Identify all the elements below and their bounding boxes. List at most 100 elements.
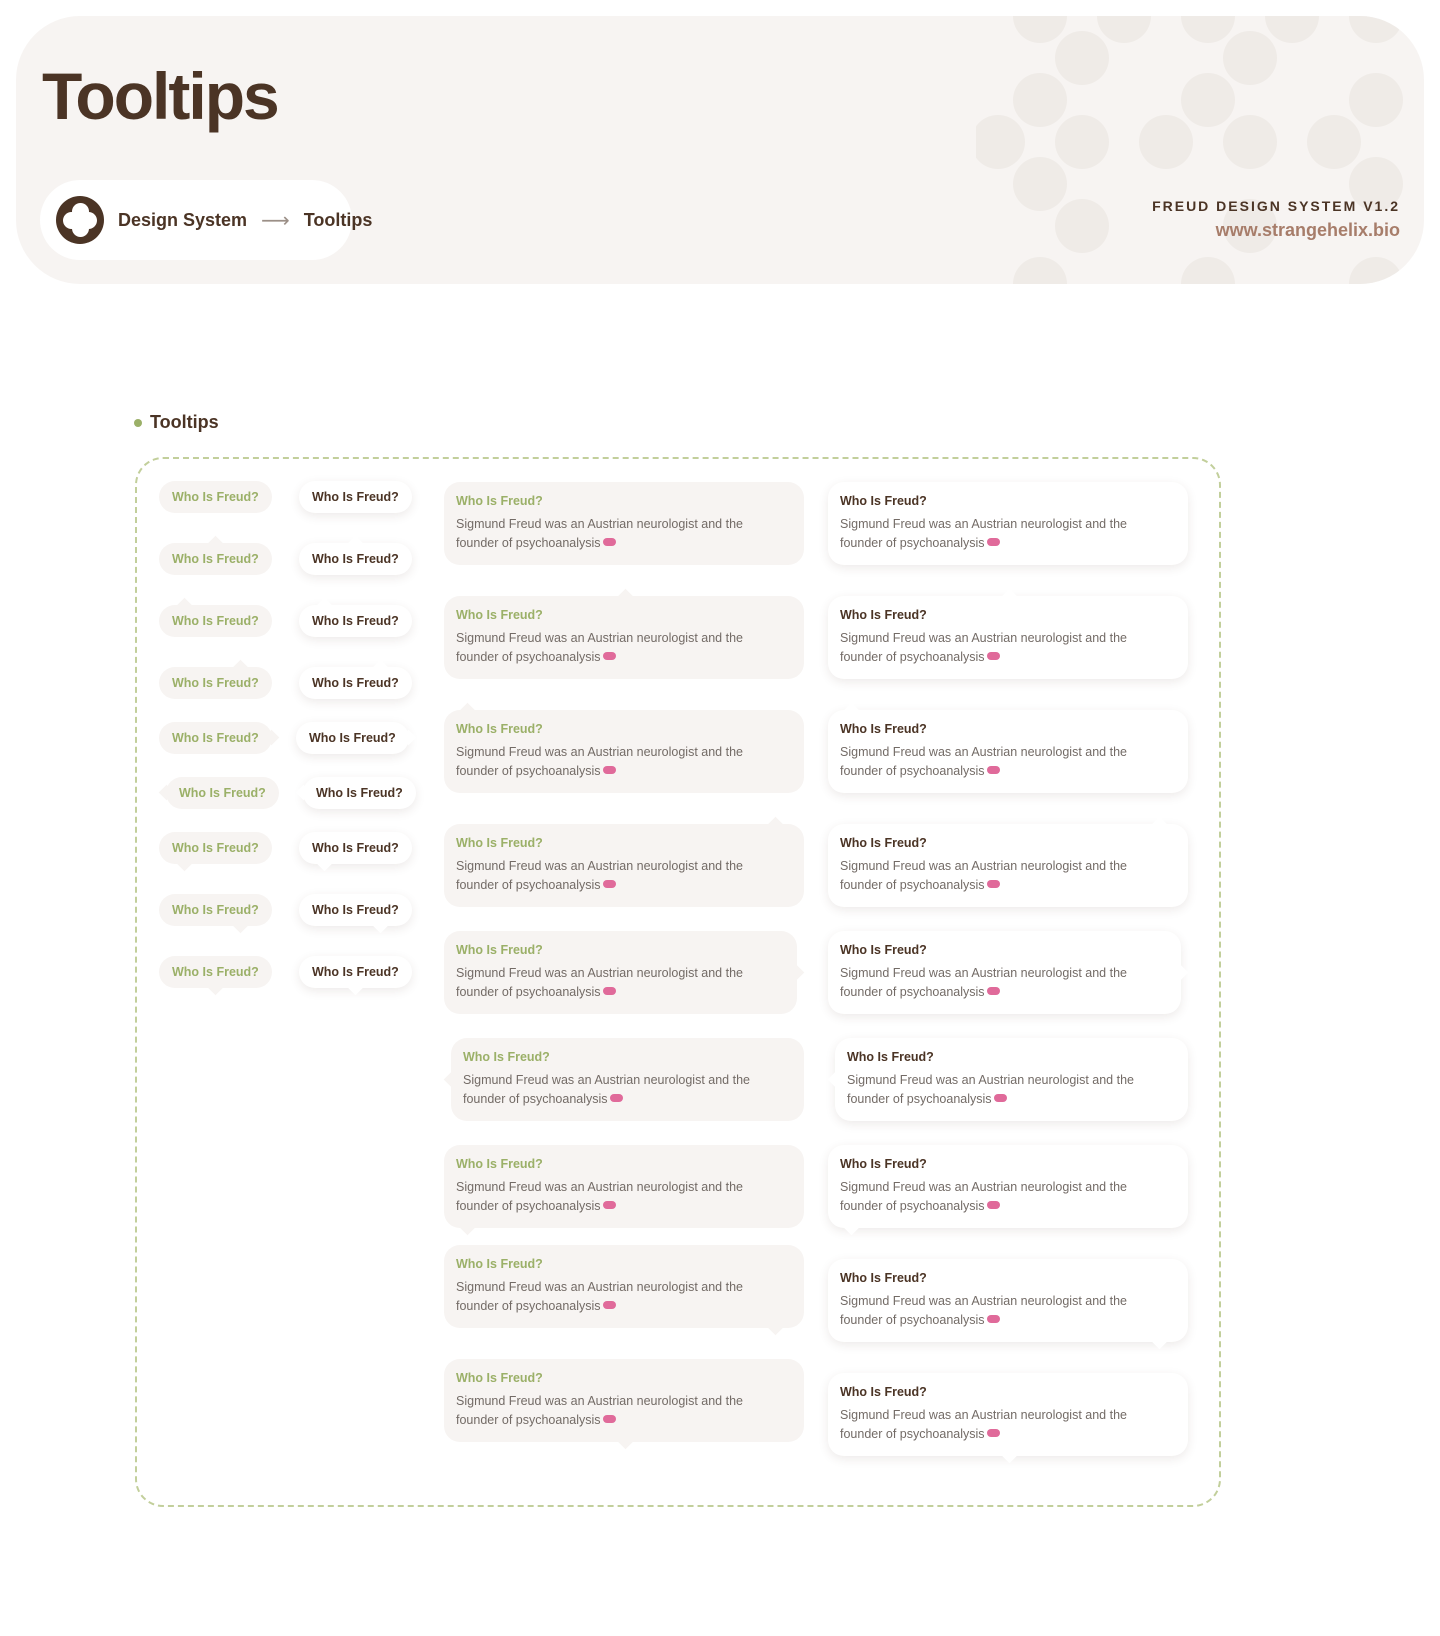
tooltip-large-green-7: Who Is Freud? Sigmund Freud was an Austri… [444,1145,804,1236]
tooltip-body-text: Sigmund Freud was an Austrian neurologis… [840,517,1127,550]
tooltip-small-green-4: Who Is Freud? [159,659,272,699]
tooltip-large-green-4: Who Is Freud? Sigmund Freud was an Austri… [444,816,804,907]
tooltip-body-text: Sigmund Freud was an Austrian neurologis… [840,1294,1127,1327]
tooltip-small-white-7: Who Is Freud? [299,832,412,872]
tooltip-small-white-9: Who Is Freud? [299,956,412,996]
section-label-text: Tooltips [150,412,219,432]
brain-emoji-icon [986,1429,1000,1437]
tooltip-title: Who Is Freud? [456,836,543,850]
tooltip-small-green-6: Who Is Freud? [158,777,279,809]
section-label: Tooltips [134,412,219,433]
tooltip-small-green-9: Who Is Freud? [159,956,272,996]
tooltip-small-green-1: Who Is Freud? [159,481,272,513]
tooltip-body-text: Sigmund Freud was an Austrian neurologis… [847,1073,1134,1106]
brain-emoji-icon [602,652,616,660]
tooltip-title: Who Is Freud? [456,494,543,508]
tooltip-title: Who Is Freud? [172,490,259,504]
tooltip-large-green-5: Who Is Freud? Sigmund Freud was an Austri… [444,931,805,1014]
arrow-right-icon: ⟶ [261,209,290,232]
brain-emoji-icon [602,1201,616,1209]
brain-emoji-icon [602,1415,616,1423]
bullet-dot-icon [134,418,142,427]
tooltip-body: Sigmund Freud was an Austrian neurologis… [840,629,1140,667]
tooltip-body-text: Sigmund Freud was an Austrian neurologis… [456,859,743,892]
tooltip-body: Sigmund Freud was an Austrian neurologis… [840,964,1140,1002]
tooltip-body-text: Sigmund Freud was an Austrian neurologis… [840,631,1127,664]
tooltip-title: Who Is Freud? [312,903,399,917]
tooltip-title: Who Is Freud? [456,722,543,736]
breadcrumb: Design System ⟶ Tooltips [40,180,372,260]
page: Tooltips Design System ⟶ Tooltips FREUD … [0,0,1440,1636]
brain-emoji-icon [602,987,616,995]
tooltip-body: Sigmund Freud was an Austrian neurologis… [456,1392,756,1430]
tooltip-title: Who Is Freud? [316,786,403,800]
tooltip-body: Sigmund Freud was an Austrian neurologis… [840,515,1140,553]
tooltip-large-white-3: Who Is Freud? Sigmund Freud was an Austri… [828,702,1188,793]
tooltip-title: Who Is Freud? [172,552,259,566]
tooltip-title: Who Is Freud? [312,841,399,855]
tooltip-title: Who Is Freud? [840,943,927,957]
tooltip-large-green-9: Who Is Freud? Sigmund Freud was an Austri… [444,1359,804,1450]
tooltip-small-green-8: Who Is Freud? [159,894,272,934]
tooltip-title: Who Is Freud? [172,676,259,690]
brain-emoji-icon [609,1094,623,1102]
freud-logo-icon [56,196,104,244]
tooltip-body: Sigmund Freud was an Austrian neurologis… [463,1071,763,1109]
tooltip-title: Who Is Freud? [172,614,259,628]
tooltip-title: Who Is Freud? [456,1157,543,1171]
tooltip-large-green-2: Who Is Freud? Sigmund Freud was an Austri… [444,588,804,679]
brain-emoji-icon [986,652,1000,660]
tooltip-body: Sigmund Freud was an Austrian neurologis… [840,1292,1140,1330]
tooltip-title: Who Is Freud? [312,676,399,690]
tooltip-small-green-5: Who Is Freud? [159,722,280,754]
tooltip-body: Sigmund Freud was an Austrian neurologis… [847,1071,1147,1109]
tooltip-title: Who Is Freud? [172,841,259,855]
tooltip-body: Sigmund Freud was an Austrian neurologis… [456,857,756,895]
brain-emoji-icon [986,538,1000,546]
tooltip-title: Who Is Freud? [172,731,259,745]
brain-emoji-icon [602,1301,616,1309]
brand-block: FREUD DESIGN SYSTEM V1.2 www.strangeheli… [1152,198,1400,241]
breadcrumb-root[interactable]: Design System [118,210,247,231]
tooltip-large-white-1: Who Is Freud? Sigmund Freud was an Austri… [828,482,1188,565]
tooltip-small-white-8: Who Is Freud? [299,894,412,934]
tooltip-body-text: Sigmund Freud was an Austrian neurologis… [840,966,1127,999]
tooltip-body-text: Sigmund Freud was an Austrian neurologis… [456,966,743,999]
brain-emoji-icon [993,1094,1007,1102]
tooltip-title: Who Is Freud? [840,722,927,736]
tooltip-small-white-3: Who Is Freud? [299,597,412,637]
tooltip-large-white-6: Who Is Freud? Sigmund Freud was an Austri… [827,1038,1188,1121]
tooltip-body-text: Sigmund Freud was an Austrian neurologis… [456,1180,743,1213]
tooltip-body: Sigmund Freud was an Austrian neurologis… [456,1178,756,1216]
tooltip-large-green-6: Who Is Freud? Sigmund Freud was an Austri… [443,1038,804,1121]
tooltip-large-white-2: Who Is Freud? Sigmund Freud was an Austri… [828,588,1188,679]
tooltip-body: Sigmund Freud was an Austrian neurologis… [840,743,1140,781]
tooltip-title: Who Is Freud? [312,552,399,566]
tooltip-large-white-8: Who Is Freud? Sigmund Freud was an Austri… [828,1259,1188,1350]
tooltip-body-text: Sigmund Freud was an Austrian neurologis… [456,1394,743,1427]
brain-emoji-icon [986,766,1000,774]
tooltip-small-green-2: Who Is Freud? [159,535,272,575]
tooltip-body: Sigmund Freud was an Austrian neurologis… [456,629,756,667]
brand-name: FREUD DESIGN SYSTEM V1.2 [1152,198,1400,214]
tooltip-title: Who Is Freud? [179,786,266,800]
tooltip-title: Who Is Freud? [847,1050,934,1064]
tooltip-large-green-3: Who Is Freud? Sigmund Freud was an Austri… [444,702,804,793]
tooltip-title: Who Is Freud? [456,943,543,957]
brand-url[interactable]: www.strangehelix.bio [1152,220,1400,241]
tooltip-body-text: Sigmund Freud was an Austrian neurologis… [456,517,743,550]
brain-emoji-icon [602,766,616,774]
tooltip-title: Who Is Freud? [456,608,543,622]
tooltip-body-text: Sigmund Freud was an Austrian neurologis… [840,745,1127,778]
tooltip-body-text: Sigmund Freud was an Austrian neurologis… [840,859,1127,892]
tooltip-title: Who Is Freud? [456,1257,543,1271]
breadcrumb-current: Tooltips [303,209,373,230]
tooltip-small-green-3: Who Is Freud? [159,597,272,637]
tooltip-title: Who Is Freud? [840,1271,927,1285]
tooltip-title: Who Is Freud? [312,965,399,979]
tooltip-title: Who Is Freud? [172,903,259,917]
tooltip-body-text: Sigmund Freud was an Austrian neurologis… [456,1280,743,1313]
tooltip-small-green-7: Who Is Freud? [159,832,272,872]
tooltip-body: Sigmund Freud was an Austrian neurologis… [840,1406,1140,1444]
tooltip-small-white-2: Who Is Freud? [299,535,412,575]
